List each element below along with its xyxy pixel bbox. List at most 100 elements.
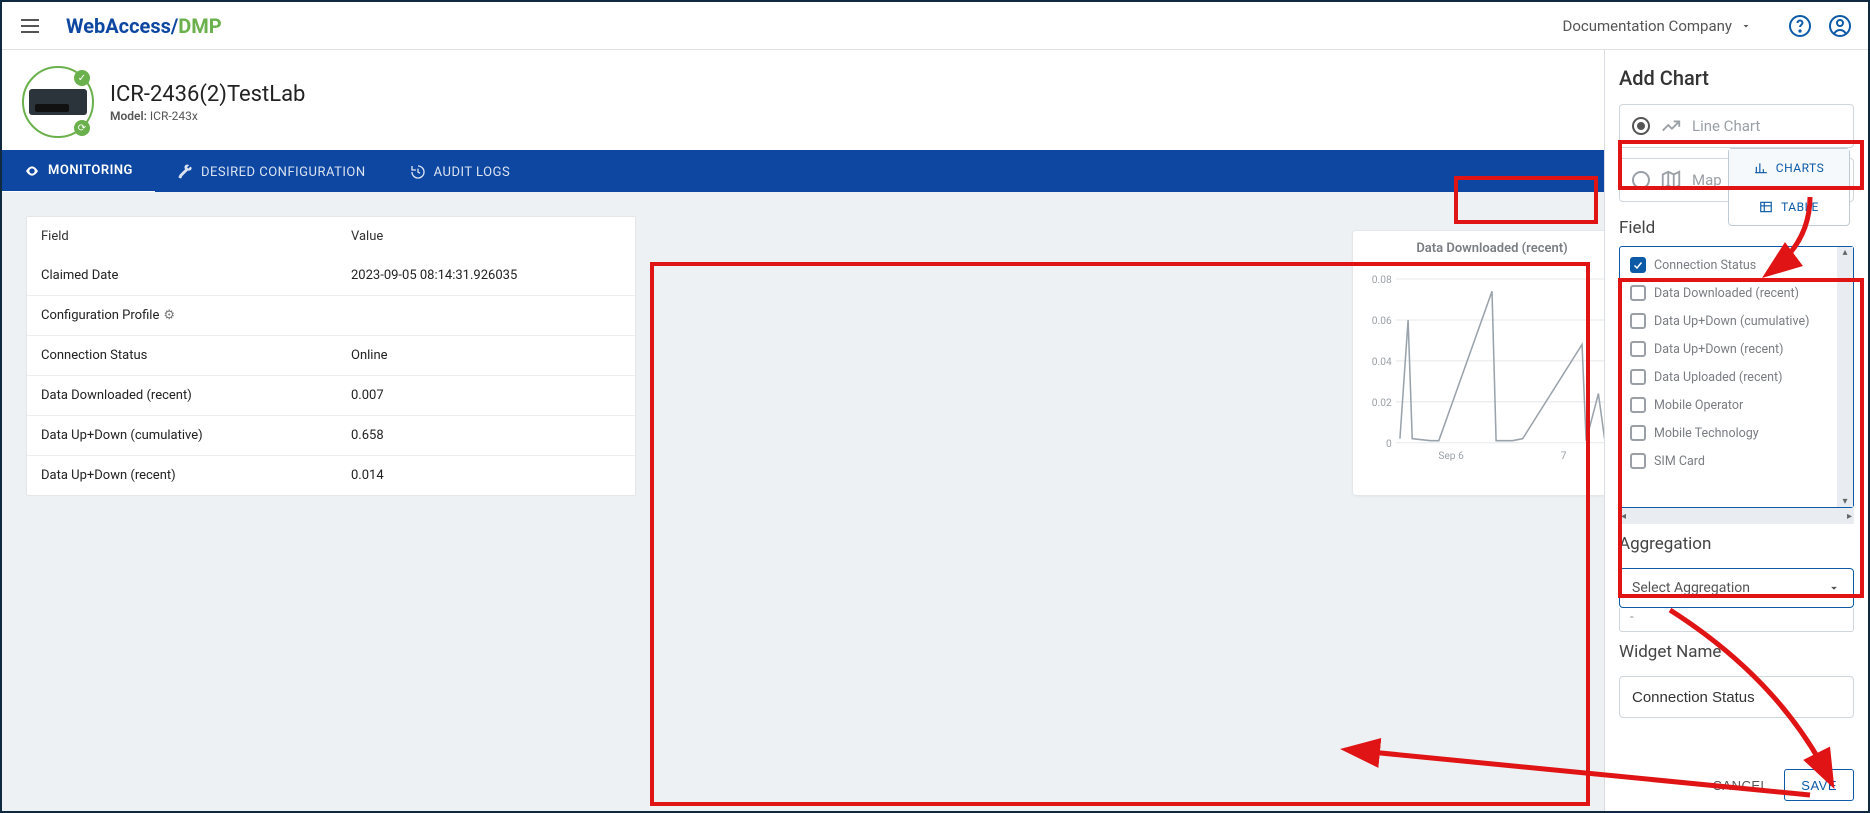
chevron-down-icon xyxy=(1827,581,1841,595)
account-icon[interactable] xyxy=(1828,14,1852,38)
aggregation-selected: - xyxy=(1619,608,1854,632)
svg-text:0: 0 xyxy=(1386,439,1392,450)
field-option[interactable]: SIM Card xyxy=(1620,447,1837,475)
field-hscrollbar[interactable]: ◂ ▸ xyxy=(1619,508,1854,524)
view-table-label: TABLE xyxy=(1781,200,1819,214)
chart-type-map-label: Map xyxy=(1692,171,1722,189)
field-option-label: Mobile Technology xyxy=(1654,426,1759,441)
widget-name-input[interactable] xyxy=(1619,676,1854,718)
line-chart-icon xyxy=(1660,115,1682,137)
device-model-label: Model: xyxy=(110,109,147,123)
field-option[interactable]: Data Up+Down (cumulative) xyxy=(1620,307,1837,335)
chart-type-line[interactable]: Line Chart xyxy=(1619,104,1854,148)
radio-icon xyxy=(1632,171,1650,189)
aggregation-label: Aggregation xyxy=(1619,534,1854,554)
field-option-label: Data Up+Down (recent) xyxy=(1654,342,1783,357)
scroll-down-icon[interactable]: ▾ xyxy=(1842,496,1847,507)
history-icon xyxy=(410,164,426,180)
table-row: Connection StatusOnline xyxy=(27,335,635,375)
checkbox[interactable] xyxy=(1630,285,1646,301)
widget-name-label: Widget Name xyxy=(1619,642,1854,662)
aggregation-placeholder: Select Aggregation xyxy=(1632,580,1750,596)
checkbox[interactable] xyxy=(1630,257,1646,273)
field-option[interactable]: Mobile Operator xyxy=(1620,391,1837,419)
svg-text:0.04: 0.04 xyxy=(1372,357,1392,368)
field-option-label: SIM Card xyxy=(1654,454,1705,469)
view-charts-button[interactable]: CHARTS xyxy=(1729,149,1849,187)
view-toggle: CHARTS TABLE xyxy=(1728,148,1850,226)
aggregation-select[interactable]: Select Aggregation xyxy=(1619,568,1854,608)
tabbar: MONITORING DESIRED CONFIGURATION AUDIT L… xyxy=(2,150,1868,194)
eye-icon xyxy=(24,163,40,179)
wrench-icon xyxy=(177,164,193,180)
svg-text:0.06: 0.06 xyxy=(1372,316,1392,327)
field-option[interactable]: Data Uploaded (recent) xyxy=(1620,363,1837,391)
info-value-header: Value xyxy=(337,217,635,256)
bar-chart-icon xyxy=(1754,161,1768,175)
add-chart-title: Add Chart xyxy=(1619,66,1854,90)
chart-card[interactable]: Data Downloaded (recent) 0.08 0.06 0.04 … xyxy=(1352,230,1632,496)
field-option-label: Data Downloaded (recent) xyxy=(1654,286,1799,301)
info-value: 0.658 xyxy=(337,416,635,455)
device-header: ✓ ⟳ ICR-2436(2)TestLab Model: ICR-243x xyxy=(2,50,1868,150)
table-row: Configuration Profile⚙ xyxy=(27,295,635,335)
info-value: 0.007 xyxy=(337,376,635,415)
cancel-button[interactable]: CANCEL xyxy=(1703,769,1779,801)
svg-text:7: 7 xyxy=(1561,451,1567,462)
save-button[interactable]: SAVE xyxy=(1784,769,1854,801)
map-icon xyxy=(1660,169,1682,191)
company-selector[interactable]: Documentation Company xyxy=(1562,17,1752,35)
checkbox[interactable] xyxy=(1630,369,1646,385)
view-table-button[interactable]: TABLE xyxy=(1729,187,1849,225)
field-option-label: Mobile Operator xyxy=(1654,398,1743,413)
field-list: Connection Status Data Downloaded (recent… xyxy=(1619,246,1854,508)
field-option[interactable]: Connection Status xyxy=(1620,251,1837,279)
router-icon xyxy=(29,89,87,115)
info-field: Configuration Profile⚙ xyxy=(27,296,337,335)
checkbox[interactable] xyxy=(1630,397,1646,413)
info-table: Field Value Claimed Date2023-09-05 08:14… xyxy=(26,216,636,496)
info-value: 0.014 xyxy=(337,456,635,495)
info-field: Connection Status xyxy=(27,336,337,375)
field-option[interactable]: Mobile Technology xyxy=(1620,419,1837,447)
info-value: Online xyxy=(337,336,635,375)
radio-icon xyxy=(1632,117,1650,135)
info-field: Data Downloaded (recent) xyxy=(27,376,337,415)
menu-icon[interactable] xyxy=(18,14,42,38)
checkbox[interactable] xyxy=(1630,341,1646,357)
topbar: WebAccess/DMP Documentation Company xyxy=(2,2,1868,50)
checkbox[interactable] xyxy=(1630,453,1646,469)
info-field: Data Up+Down (cumulative) xyxy=(27,416,337,455)
svg-text:Sep 6: Sep 6 xyxy=(1438,451,1464,462)
tab-monitoring-label: MONITORING xyxy=(48,163,133,178)
chevron-down-icon xyxy=(1740,20,1752,32)
checkbox[interactable] xyxy=(1630,425,1646,441)
scroll-up-icon[interactable]: ▴ xyxy=(1842,247,1847,258)
tab-audit-logs[interactable]: AUDIT LOGS xyxy=(388,150,533,194)
chart-plot: 0.08 0.06 0.04 0.02 0 Sep 6 7 xyxy=(1359,262,1625,470)
device-model: Model: ICR-243x xyxy=(110,109,305,123)
device-model-value: ICR-243x xyxy=(150,109,198,123)
field-scrollbar[interactable]: ▴ ▾ xyxy=(1837,247,1853,507)
checkbox[interactable] xyxy=(1630,313,1646,329)
info-field: Data Up+Down (recent) xyxy=(27,456,337,495)
status-badge-sync-icon: ⟳ xyxy=(74,120,90,136)
view-charts-label: CHARTS xyxy=(1776,161,1824,175)
status-badge-ok-icon: ✓ xyxy=(74,70,90,86)
chart-title: Data Downloaded (recent) xyxy=(1359,241,1625,256)
help-icon[interactable] xyxy=(1788,14,1812,38)
main-area: Field Value Claimed Date2023-09-05 08:14… xyxy=(2,192,1868,811)
field-option[interactable]: Data Up+Down (recent) xyxy=(1620,335,1837,363)
field-option-label: Connection Status xyxy=(1654,258,1756,273)
scroll-left-icon[interactable]: ◂ xyxy=(1621,511,1626,522)
field-option[interactable]: Data Downloaded (recent) xyxy=(1620,279,1837,307)
scroll-right-icon[interactable]: ▸ xyxy=(1847,511,1852,522)
svg-text:0.02: 0.02 xyxy=(1372,398,1392,409)
logo-dmp: DMP xyxy=(178,14,221,38)
tab-desired-configuration[interactable]: DESIRED CONFIGURATION xyxy=(155,150,388,194)
info-value xyxy=(337,296,635,335)
device-thumbnail: ✓ ⟳ xyxy=(22,66,94,138)
info-field-header: Field xyxy=(27,217,337,256)
gear-icon[interactable]: ⚙ xyxy=(163,308,175,323)
tab-monitoring[interactable]: MONITORING xyxy=(2,150,155,194)
